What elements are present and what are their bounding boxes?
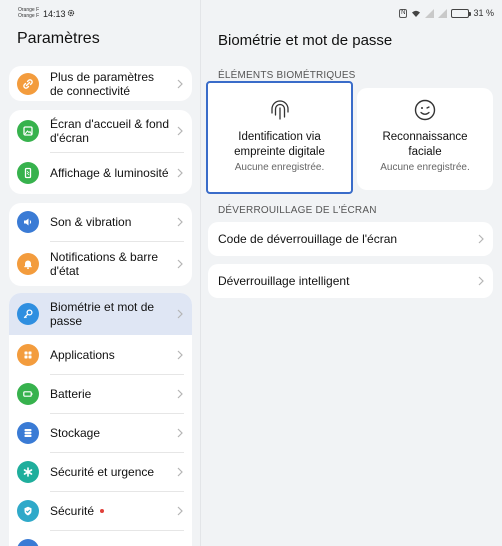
chevron-right-icon — [177, 126, 183, 136]
signal-icon-1 — [425, 8, 435, 18]
face-card-title: Reconnaissance faciale — [382, 130, 467, 160]
page-title: Biométrie et mot de passe — [218, 32, 393, 49]
carrier-labels: Orange F Orange F — [18, 7, 39, 19]
unlock-code-label: Code de déverrouillage de l'écran — [218, 232, 398, 246]
settings-item-label: Applications — [50, 347, 115, 362]
chevron-right-icon — [478, 234, 484, 244]
settings-item-label: Notifications & barre d'état — [50, 249, 159, 278]
chevron-right-icon — [177, 506, 183, 515]
carrier-2: Orange F — [18, 13, 40, 19]
shield-check-icon — [17, 499, 39, 522]
chevron-right-icon — [177, 259, 183, 268]
chevron-right-icon — [177, 217, 183, 227]
face-title-line2: faciale — [408, 146, 442, 158]
apps-grid-icon — [17, 343, 39, 366]
nfc-icon: N — [399, 8, 408, 18]
chevron-right-icon — [177, 309, 183, 319]
notification-dot — [100, 508, 105, 513]
settings-group-connectivity: Plus de paramètres de connectivité — [9, 66, 192, 101]
settings-item-label: Plus de paramètres de connectivité — [50, 69, 155, 98]
face-title-line1: Reconnaissance — [382, 131, 468, 143]
chevron-right-icon — [177, 428, 183, 437]
settings-item-notifications[interactable]: Notifications & barre d'état — [9, 241, 192, 286]
settings-item-label: Sécurité et urgence — [50, 464, 155, 479]
settings-item-safety-emergency[interactable]: Sécurité et urgence — [9, 452, 192, 491]
chevron-right-icon — [177, 350, 183, 359]
settings-item-label: Son & vibration — [50, 215, 132, 229]
section-label-biometrics: ÉLÉMENTS BIOMÉTRIQUES — [218, 70, 356, 81]
fingerprint-icon — [270, 100, 289, 120]
settings-item-applications[interactable]: Applications — [9, 335, 192, 374]
image-icon — [17, 120, 39, 142]
battery-indicator — [451, 8, 472, 18]
battery-icon — [17, 382, 39, 405]
speaker-icon — [17, 211, 39, 233]
section-label-screen-unlock: DÉVERROUILLAGE DE L'ÉCRAN — [218, 205, 377, 216]
settings-item-label: Biométrie et mot de passe — [50, 300, 155, 328]
chevron-right-icon — [478, 276, 484, 286]
settings-item-sound[interactable]: Son & vibration — [9, 203, 192, 241]
settings-item-storage[interactable]: Stockage — [9, 413, 192, 452]
fingerprint-title-line2: empreinte digitale — [234, 146, 325, 158]
settings-item-label: Écran d'accueil & fond d'écran — [50, 117, 170, 145]
settings-item-partial[interactable] — [9, 530, 192, 546]
wifi-icon — [412, 10, 421, 17]
link-icon — [17, 72, 39, 95]
bell-icon — [17, 252, 39, 275]
settings-item-label: Affichage & luminosité — [50, 166, 169, 180]
smart-unlock-row[interactable]: Déverrouillage intelligent — [208, 264, 493, 298]
asterisk-icon — [17, 460, 39, 483]
fingerprint-title-line1: Identification via — [238, 131, 321, 143]
chevron-right-icon — [177, 79, 183, 88]
chevron-right-icon — [177, 168, 183, 178]
settings-item-battery[interactable]: Batterie — [9, 374, 192, 413]
unlock-code-row[interactable]: Code de déverrouillage de l'écran — [208, 222, 493, 256]
face-recognition-card[interactable]: Reconnaissance faciale Aucune enregistré… — [357, 88, 493, 190]
settings-title: Paramètres — [17, 30, 100, 47]
settings-group-sound: Son & vibration Notifications & barre d'… — [9, 203, 192, 286]
phone-display-icon — [17, 162, 39, 184]
fingerprint-card[interactable]: Identification via empreinte digitale Au… — [206, 81, 353, 194]
chevron-right-icon — [177, 467, 183, 476]
battery-percent: 31 % — [473, 8, 494, 18]
key-icon — [17, 303, 39, 325]
smart-unlock-label: Déverrouillage intelligent — [218, 274, 350, 288]
face-status: Aucune enregistrée. — [380, 162, 470, 173]
signal-icon-2 — [438, 8, 448, 18]
settings-item-home-screen[interactable]: Écran d'accueil & fond d'écran — [9, 110, 192, 152]
pane-divider — [200, 0, 201, 546]
fingerprint-card-title: Identification via empreinte digitale — [234, 130, 325, 160]
chevron-right-icon — [177, 389, 183, 398]
settings-group-main: Biométrie et mot de passe Applications B… — [9, 293, 192, 546]
settings-item-label: Stockage — [50, 425, 101, 440]
settings-item-biometrics[interactable]: Biométrie et mot de passe — [9, 293, 192, 335]
storage-icon — [17, 421, 39, 444]
status-icons: N 31 % — [399, 8, 494, 18]
settings-item-label: Batterie — [50, 386, 92, 401]
settings-item-label: Sécurité — [50, 503, 95, 518]
partial-icon — [17, 539, 39, 546]
settings-gear-icon — [67, 9, 75, 17]
fingerprint-status: Aucune enregistrée. — [234, 162, 325, 173]
status-bar: Orange F Orange F 14:13 N 31 % — [0, 0, 502, 28]
settings-item-security[interactable]: Sécurité — [9, 491, 192, 530]
face-icon — [414, 99, 436, 121]
settings-group-display: Écran d'accueil & fond d'écran Affichage… — [9, 110, 192, 194]
settings-item-display[interactable]: Affichage & luminosité — [9, 152, 192, 194]
settings-item-connectivity[interactable]: Plus de paramètres de connectivité — [9, 66, 192, 101]
clock: 14:13 — [43, 9, 66, 19]
